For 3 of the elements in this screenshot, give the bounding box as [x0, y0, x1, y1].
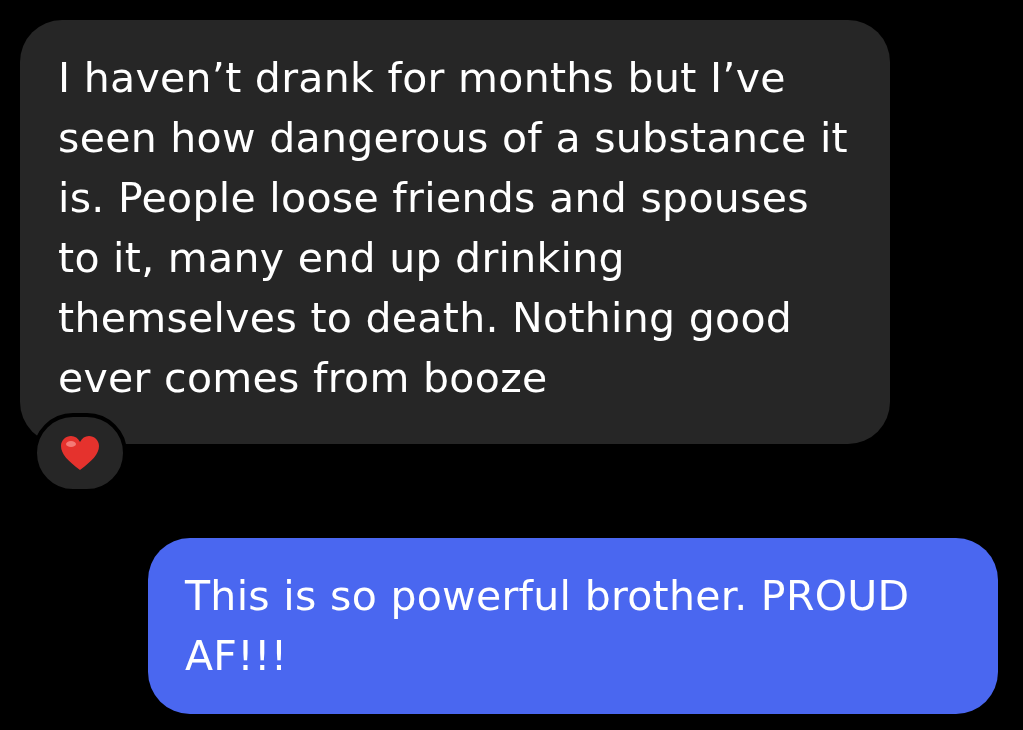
heart-icon — [60, 435, 100, 471]
message-bubble: I haven’t drank for months but I’ve seen how dangerous of a substance it is. People loose friends and spouses to it, many end up drinking themselves to death. Nothing good ever comes from booze — [20, 20, 890, 444]
message-bubble: This is so powerful brother. PROUD AF!!! — [148, 538, 998, 714]
